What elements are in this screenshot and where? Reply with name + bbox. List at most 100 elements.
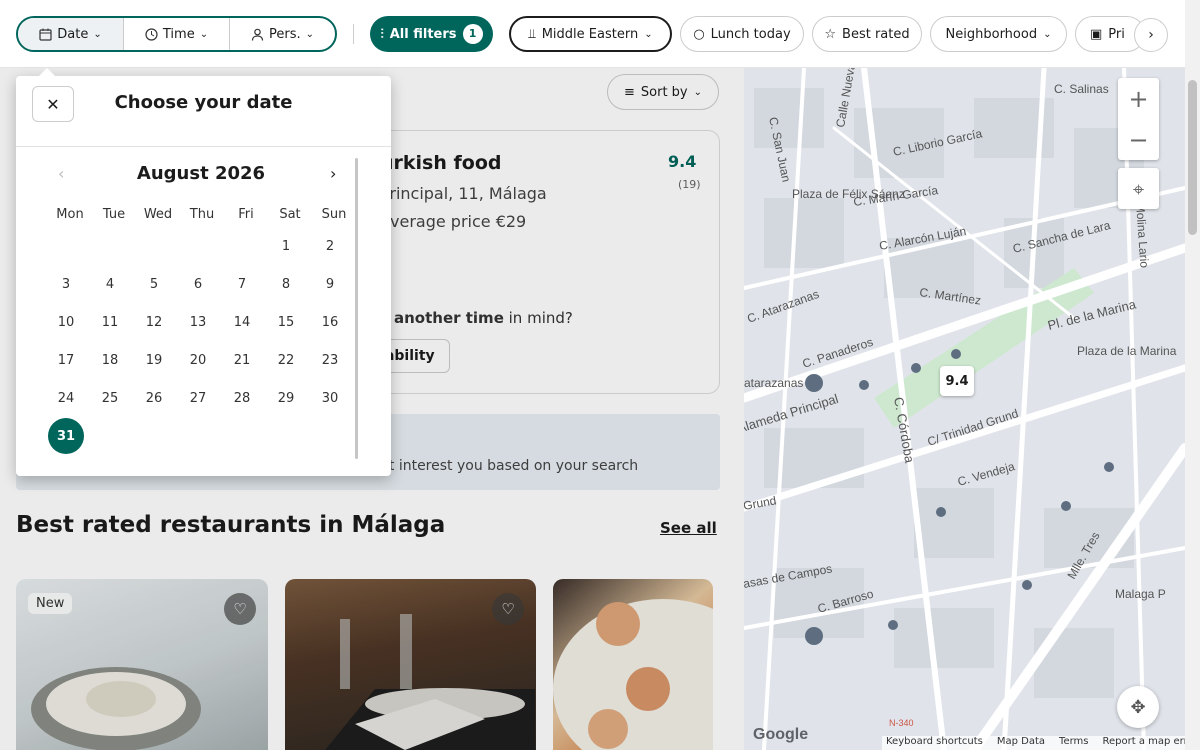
day-cell[interactable]: 7	[224, 266, 260, 302]
divider	[353, 24, 354, 44]
road-label: N-340	[889, 718, 914, 728]
month-title: August 2026	[136, 163, 266, 184]
chevron-down-icon: ⌄	[93, 28, 102, 40]
all-filters-label: All filters	[389, 26, 457, 42]
keyboard-shortcuts-link[interactable]: Keyboard shortcuts	[886, 736, 983, 750]
day-cell[interactable]: 21	[224, 342, 260, 378]
page-scrollbar[interactable]	[1185, 0, 1200, 750]
chevron-left-icon: ‹	[58, 164, 65, 183]
zoom-out-button[interactable]: −	[1118, 119, 1159, 160]
street-label: atarazanas	[744, 376, 803, 390]
day-cell[interactable]: 14	[224, 304, 260, 340]
chip-label: Neighborhood	[945, 26, 1038, 42]
crosshair-icon: ⌖	[1132, 176, 1145, 201]
day-cell[interactable]: 16	[312, 304, 348, 340]
chip-label: Lunch today	[710, 26, 791, 42]
day-cell[interactable]: 11	[92, 304, 128, 340]
fullscreen-icon: ✥	[1130, 696, 1146, 718]
chip-label: Middle Eastern	[541, 26, 639, 42]
day-cell[interactable]: 26	[136, 380, 172, 416]
chevron-right-icon: ›	[330, 164, 337, 183]
all-filters-button[interactable]: ⫶ All filters 1	[370, 16, 493, 52]
map-data-link[interactable]: Map Data	[997, 736, 1045, 750]
cutlery-icon: ⫫	[528, 26, 536, 42]
date-selector[interactable]: Date ⌄	[18, 18, 124, 50]
chevron-right-icon: ›	[1148, 27, 1154, 43]
date-picker-popup: ✕ Choose your date ‹ August 2026 › Mon T…	[16, 68, 391, 476]
day-cell[interactable]: 8	[268, 266, 304, 302]
calendar-icon	[39, 28, 52, 41]
filter-bar: Date ⌄ Time ⌄ Pers. ⌄ ⫶ All filters 1 ⫫ …	[0, 0, 1185, 68]
day-cell[interactable]: 28	[224, 380, 260, 416]
chip-middle-eastern[interactable]: ⫫ Middle Eastern ⌄	[509, 16, 672, 52]
day-cell[interactable]: 22	[268, 342, 304, 378]
person-icon	[251, 28, 264, 41]
day-cell[interactable]: 6	[180, 266, 216, 302]
fullscreen-button[interactable]: ✥	[1117, 686, 1159, 728]
day-cell[interactable]: 1	[268, 228, 304, 264]
next-month-button[interactable]: ›	[330, 164, 336, 183]
day-cell[interactable]: 17	[48, 342, 84, 378]
weekday-label: Thu	[189, 207, 215, 222]
day-cell[interactable]: 19	[136, 342, 172, 378]
weekday-label: Wed	[143, 207, 173, 222]
chevron-down-icon: ⌄	[199, 28, 209, 40]
filter-count-badge: 1	[462, 24, 483, 44]
day-cell[interactable]: 30	[312, 380, 348, 416]
locate-button[interactable]: ⌖	[1118, 168, 1159, 209]
weekday-header: Mon Tue Wed Thu Fri Sat Sun	[48, 207, 356, 222]
speech-bubble-icon: ○	[693, 26, 705, 42]
chip-label: Best rated	[842, 26, 910, 42]
minus-icon: −	[1128, 125, 1149, 154]
day-cell[interactable]: 25	[92, 380, 128, 416]
persons-label: Pers.	[268, 26, 301, 42]
report-error-link[interactable]: Report a map error	[1102, 736, 1197, 750]
weekday-label: Sat	[279, 207, 301, 222]
restaurant-map-pin[interactable]: 9.4	[940, 366, 974, 396]
search-segment: Date ⌄ Time ⌄ Pers. ⌄	[16, 16, 337, 52]
weekday-label: Sun	[321, 207, 347, 222]
day-cell[interactable]: 9	[312, 266, 348, 302]
day-cell[interactable]: 29	[268, 380, 304, 416]
divider	[16, 146, 391, 147]
selected-day-cell[interactable]: 31	[48, 418, 84, 454]
metro-icon	[805, 374, 823, 392]
scrollbar-thumb[interactable]	[1188, 80, 1197, 235]
map-footer: Keyboard shortcuts Map Data Terms Report…	[882, 736, 1200, 750]
popup-title: Choose your date	[114, 92, 293, 113]
chip-lunch-today[interactable]: ○ Lunch today	[680, 16, 804, 52]
zoom-in-button[interactable]: +	[1118, 78, 1159, 119]
plus-icon: +	[1128, 84, 1149, 113]
chevron-down-icon: ⌄	[644, 28, 653, 40]
star-icon: ☆	[824, 26, 837, 42]
chip-neighborhood[interactable]: Neighborhood ⌄	[930, 16, 1067, 52]
street-label: Malaga P	[1115, 587, 1166, 601]
previous-month-button[interactable]: ‹	[58, 164, 64, 183]
weekday-label: Mon	[56, 207, 84, 222]
terms-link[interactable]: Terms	[1059, 736, 1088, 750]
persons-selector[interactable]: Pers. ⌄	[230, 18, 335, 50]
chevron-down-icon: ⌄	[1043, 28, 1052, 40]
day-cell[interactable]: 2	[312, 228, 348, 264]
day-cell[interactable]: 15	[268, 304, 304, 340]
day-cell[interactable]: 20	[180, 342, 216, 378]
day-cell[interactable]: 10	[48, 304, 84, 340]
day-cell[interactable]: 5	[136, 266, 172, 302]
banknote-icon: ▣	[1090, 26, 1103, 42]
popup-scrollbar[interactable]	[355, 158, 358, 459]
filters-next-button[interactable]: ›	[1134, 18, 1168, 52]
day-cell[interactable]: 27	[180, 380, 216, 416]
day-cell[interactable]: 24	[48, 380, 84, 416]
weekday-label: Fri	[238, 207, 254, 222]
chip-best-rated[interactable]: ☆ Best rated	[812, 16, 922, 52]
popup-caret	[38, 68, 56, 77]
day-cell[interactable]: 12	[136, 304, 172, 340]
time-label: Time	[162, 26, 195, 42]
day-cell[interactable]: 3	[48, 266, 84, 302]
chevron-down-icon: ⌄	[305, 28, 314, 40]
day-cell[interactable]: 13	[180, 304, 216, 340]
day-cell[interactable]: 4	[92, 266, 128, 302]
time-selector[interactable]: Time ⌄	[124, 18, 230, 50]
day-cell[interactable]: 18	[92, 342, 128, 378]
day-cell[interactable]: 23	[312, 342, 348, 378]
